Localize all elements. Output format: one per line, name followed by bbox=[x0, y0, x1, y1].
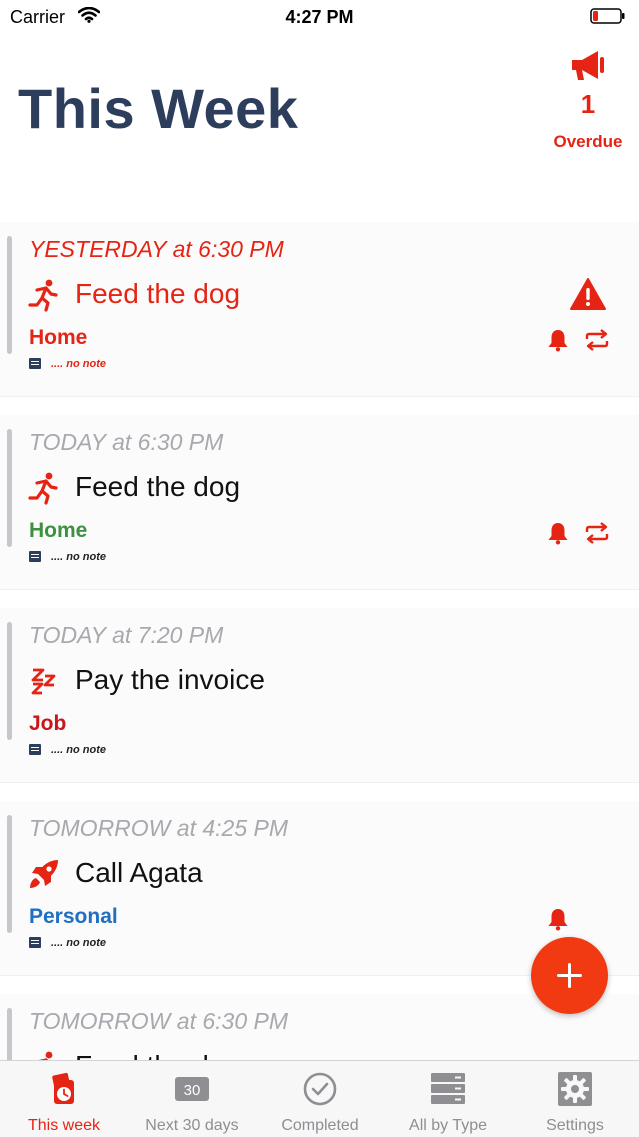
task-title: Call Agata bbox=[75, 857, 203, 888]
task-card[interactable]: YESTERDAY at 6:30 PM Feed the dog Home .… bbox=[0, 222, 639, 397]
overdue-label: Overdue bbox=[553, 132, 623, 151]
battery-icon bbox=[590, 8, 625, 24]
rocket-icon bbox=[30, 860, 58, 888]
status-bar: Carrier 4:27 PM bbox=[0, 0, 639, 34]
checkmark-circle-icon bbox=[303, 1072, 337, 1106]
calendar-30-icon: 30 bbox=[175, 1077, 209, 1101]
task-date: TODAY at 7:20 PM bbox=[29, 622, 224, 648]
gear-icon bbox=[558, 1072, 592, 1106]
task-title: Feed the dog bbox=[75, 278, 241, 309]
tab-next-30-days[interactable]: 30 Next 30 days bbox=[128, 1061, 256, 1137]
status-time: 4:27 PM bbox=[285, 7, 354, 27]
warning-icon bbox=[570, 278, 606, 310]
task-date: TOMORROW at 4:25 PM bbox=[29, 815, 289, 841]
tab-label: This week bbox=[27, 1117, 101, 1134]
note-icon bbox=[29, 358, 41, 369]
running-icon bbox=[38, 1051, 53, 1060]
megaphone-icon bbox=[572, 51, 604, 80]
tab-completed[interactable]: Completed bbox=[256, 1061, 384, 1137]
calendar-clock-icon bbox=[52, 1072, 74, 1104]
overdue-count: 1 bbox=[580, 89, 596, 119]
bell-icon bbox=[548, 523, 568, 545]
tab-settings[interactable]: Settings bbox=[511, 1061, 639, 1137]
task-priority-bar bbox=[7, 815, 12, 933]
page-title: This Week bbox=[18, 77, 299, 140]
zzz-icon bbox=[31, 668, 56, 695]
tab-bar: This week 30 Next 30 days Completed All … bbox=[0, 1060, 639, 1137]
task-category: Home bbox=[29, 326, 88, 349]
running-icon bbox=[28, 472, 58, 505]
task-title: Pay the invoice bbox=[75, 664, 265, 695]
note-icon bbox=[29, 744, 41, 755]
note-icon bbox=[29, 551, 41, 562]
task-title: Feed the dog bbox=[75, 1050, 240, 1060]
calendar-30-badge: 30 bbox=[184, 1082, 201, 1099]
task-note-text: .... no note bbox=[51, 551, 106, 563]
tab-label: Settings bbox=[546, 1117, 604, 1134]
task-list[interactable]: YESTERDAY at 6:30 PM Feed the dog Home .… bbox=[0, 222, 639, 1060]
bell-icon bbox=[548, 909, 568, 931]
task-note-text: .... no note bbox=[51, 744, 106, 756]
task-title: Feed the dog bbox=[75, 471, 241, 502]
bell-icon bbox=[548, 330, 568, 352]
task-category: Job bbox=[29, 712, 67, 735]
tab-label: Next 30 days bbox=[145, 1117, 239, 1134]
task-card[interactable]: TODAY at 7:20 PM Pay the invoice Job ...… bbox=[0, 608, 639, 783]
task-priority-bar bbox=[7, 429, 12, 547]
server-stack-icon bbox=[431, 1073, 465, 1104]
task-category: Home bbox=[29, 519, 88, 542]
tab-this-week[interactable]: This week bbox=[0, 1061, 128, 1137]
task-priority-bar bbox=[7, 236, 12, 354]
repeat-icon bbox=[585, 522, 609, 544]
task-date: TODAY at 6:30 PM bbox=[29, 429, 224, 455]
repeat-icon bbox=[585, 329, 609, 351]
tab-label: All by Type bbox=[409, 1117, 487, 1134]
task-date: YESTERDAY at 6:30 PM bbox=[29, 236, 284, 262]
task-priority-bar bbox=[7, 1008, 12, 1060]
tab-label: Completed bbox=[281, 1117, 359, 1134]
task-category: Personal bbox=[29, 905, 118, 928]
tab-all-by-type[interactable]: All by Type bbox=[384, 1061, 512, 1137]
note-icon bbox=[29, 937, 41, 948]
task-date: TOMORROW at 6:30 PM bbox=[29, 1008, 289, 1034]
task-note-text: .... no note bbox=[51, 937, 106, 949]
task-priority-bar bbox=[7, 622, 12, 740]
task-card[interactable]: TODAY at 6:30 PM Feed the dog Home .... … bbox=[0, 415, 639, 590]
overdue-summary[interactable]: 1 Overdue bbox=[540, 48, 636, 152]
task-note-text: .... no note bbox=[51, 358, 106, 370]
running-icon bbox=[28, 279, 58, 312]
add-task-button[interactable] bbox=[531, 937, 608, 1014]
